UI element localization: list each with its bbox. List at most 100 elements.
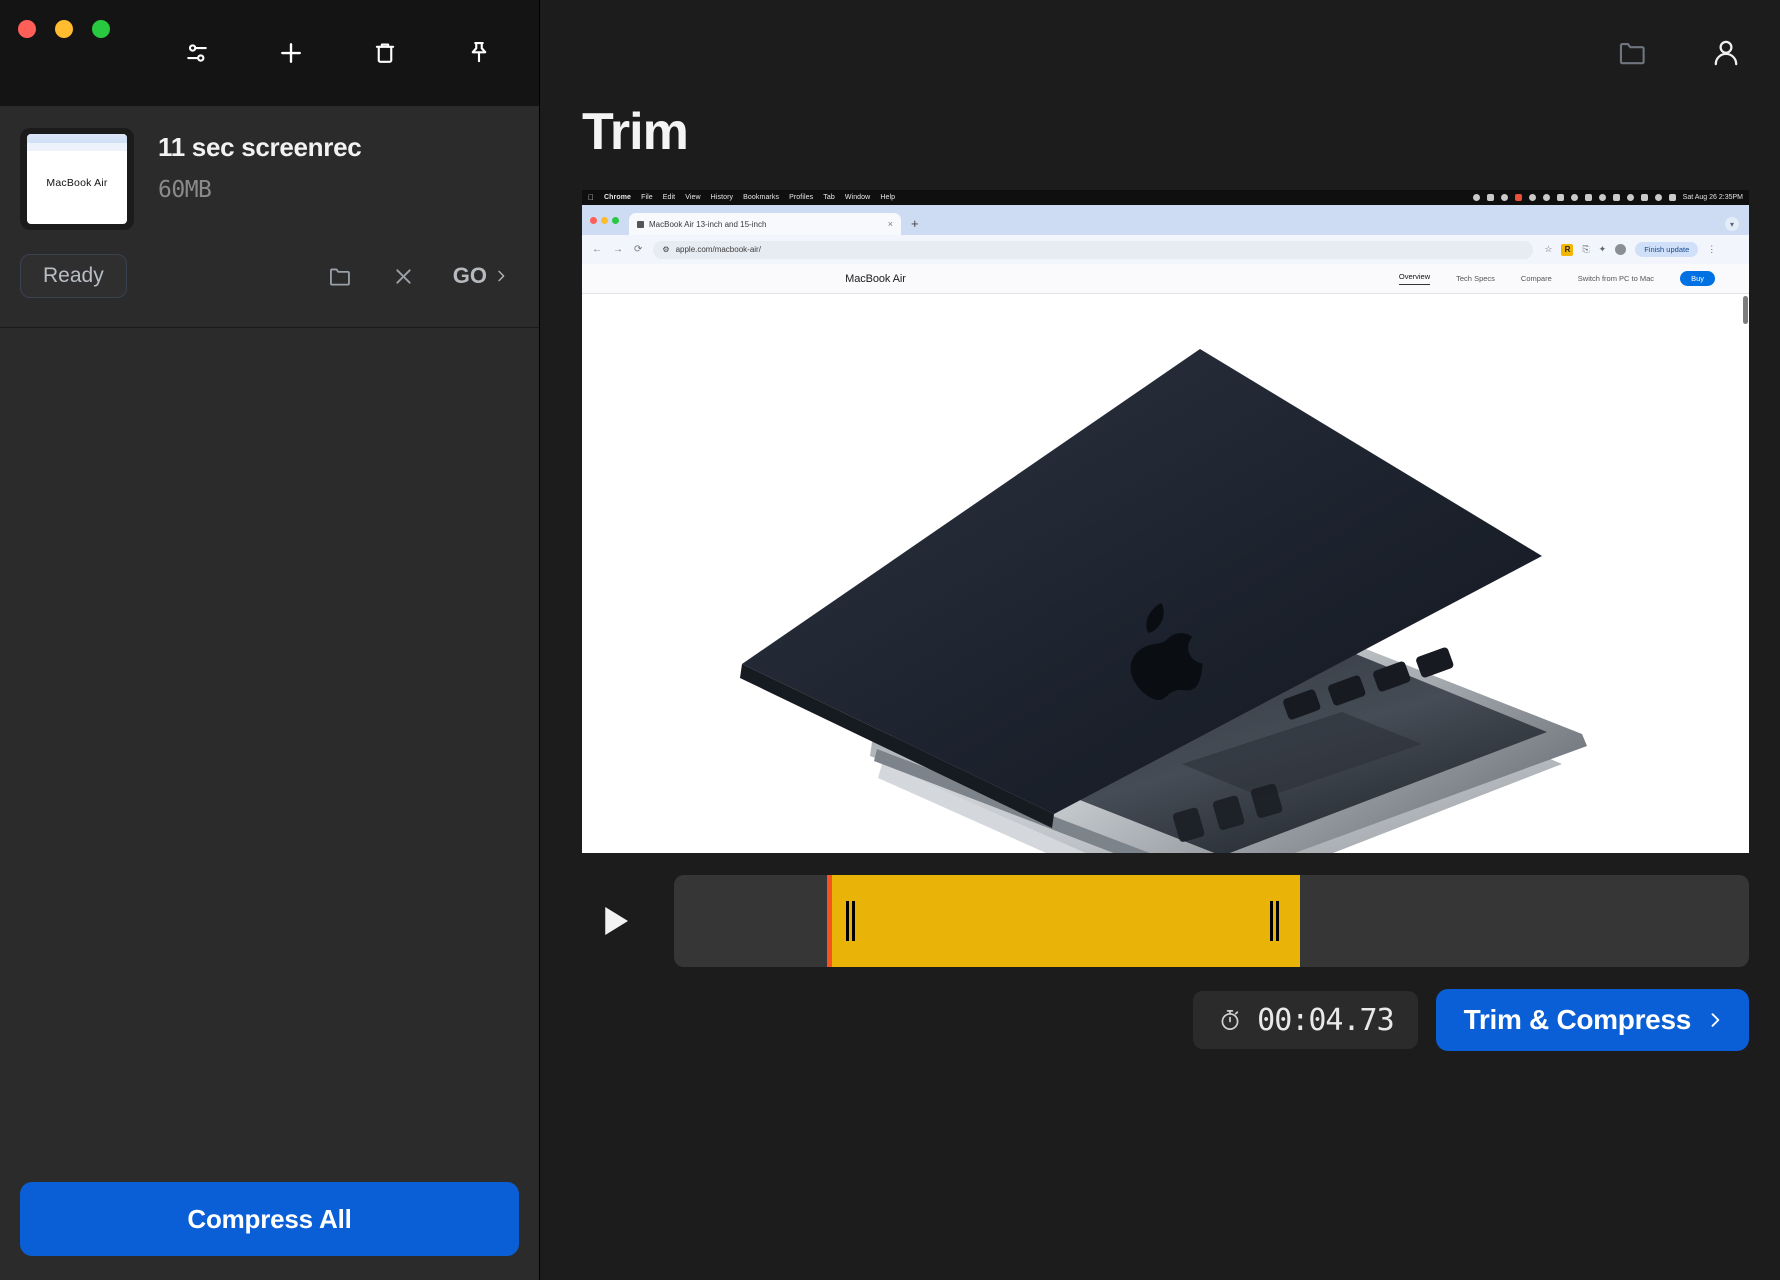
- trim-handle-start[interactable]: [845, 901, 855, 941]
- chrome-close-button[interactable]: [590, 216, 597, 224]
- trim-and-compress-label: Trim & Compress: [1463, 1004, 1692, 1035]
- duration-value: 00:04.73: [1257, 1002, 1394, 1038]
- app-window: MacBook Air 11 sec screenrec 60MB Ready: [0, 0, 1780, 1280]
- bookmark-star-icon[interactable]: ☆: [1544, 244, 1552, 255]
- sidebar-toolbar: [0, 0, 539, 106]
- file-size: 60MB: [158, 177, 212, 203]
- browser-tab[interactable]: MacBook Air 13-inch and 15-inch ×: [629, 213, 901, 235]
- back-icon[interactable]: ←: [592, 244, 602, 255]
- trim-and-compress-button[interactable]: Trim & Compress: [1435, 989, 1749, 1051]
- main-panel: Trim  Chrome File Edit View History Boo…: [540, 0, 1780, 1280]
- add-file-button[interactable]: [269, 31, 313, 75]
- close-window-button[interactable]: [18, 20, 36, 38]
- buy-button[interactable]: Buy: [1680, 271, 1715, 286]
- status-icon-11: [1626, 194, 1634, 201]
- trim-selection-range[interactable]: [829, 875, 1300, 967]
- tab-favicon-icon: [637, 220, 644, 228]
- address-bar[interactable]: ⚙ apple.com/macbook-air/: [653, 240, 1534, 259]
- compress-all-button[interactable]: Compress All: [20, 1182, 519, 1256]
- pin-button[interactable]: [457, 31, 501, 75]
- stopwatch-icon: [1221, 1010, 1239, 1030]
- menu-item-chrome: Chrome: [598, 194, 631, 201]
- chrome-zoom-button[interactable]: [612, 216, 619, 224]
- apple-nav-brand: MacBook Air: [845, 272, 906, 285]
- remove-file-button[interactable]: [390, 263, 417, 290]
- status-icon-12: [1640, 194, 1648, 201]
- file-thumbnail: MacBook Air: [20, 128, 134, 230]
- forward-icon[interactable]: →: [613, 244, 623, 255]
- chrome-minimize-button[interactable]: [601, 216, 608, 224]
- status-icon-8: [1584, 194, 1592, 201]
- menu-item-profiles: Profiles: [783, 194, 813, 201]
- delete-button[interactable]: [363, 31, 407, 75]
- address-bar-url: apple.com/macbook-air/: [675, 245, 761, 254]
- page-title: Trim: [582, 103, 689, 161]
- site-info-icon: ⚙: [662, 245, 670, 254]
- menu-bar-clock: Sat Aug 26 2:35PM: [1682, 194, 1743, 201]
- file-actions: Ready GO: [20, 252, 519, 300]
- chrome-menu-icon[interactable]: ⋮: [1707, 244, 1716, 255]
- reveal-in-folder-button[interactable]: [327, 263, 354, 290]
- file-meta: 11 sec screenrec 60MB: [158, 128, 362, 203]
- apple-nav-link-overview[interactable]: Overview: [1398, 272, 1431, 285]
- play-button[interactable]: [582, 889, 646, 953]
- share-icon[interactable]: ⎘: [1582, 244, 1589, 255]
- file-action-icons: GO: [327, 263, 519, 290]
- go-button[interactable]: GO: [453, 263, 509, 289]
- go-button-label: GO: [452, 263, 487, 288]
- status-icon-7: [1570, 194, 1578, 201]
- zoom-window-button[interactable]: [92, 20, 110, 38]
- chevron-down-icon[interactable]: ▾: [1725, 217, 1739, 231]
- web-page-body: MacBook Air Overview Tech Specs Compare …: [582, 264, 1749, 853]
- page-scrollbar-thumb[interactable]: [1743, 296, 1748, 324]
- menu-item-window: Window: [838, 194, 870, 201]
- apple-nav-link-switch[interactable]: Switch from PC to Mac: [1578, 274, 1654, 283]
- chevron-right-icon: [498, 270, 505, 282]
- status-icon-10: [1612, 194, 1620, 201]
- status-icon-2: [1486, 194, 1494, 201]
- status-badge: Ready: [20, 254, 127, 298]
- macbook-air-illustration: [740, 349, 1587, 853]
- apple-nav-link-tech-specs[interactable]: Tech Specs: [1456, 274, 1495, 283]
- window-traffic-lights: [18, 20, 110, 38]
- open-folder-button[interactable]: [1616, 36, 1650, 70]
- finish-update-button[interactable]: Finish update: [1635, 242, 1699, 257]
- new-tab-button[interactable]: +: [911, 216, 919, 235]
- duration-display: 00:04.73: [1193, 991, 1418, 1049]
- play-icon: [605, 907, 628, 935]
- status-icon-1: [1472, 194, 1480, 201]
- reload-icon[interactable]: ⟳: [634, 244, 642, 255]
- status-icon-badge: [1514, 194, 1522, 201]
- control-center-icon: [1668, 194, 1676, 201]
- folder-icon: [1619, 43, 1645, 65]
- menu-item-tab: Tab: [817, 194, 834, 201]
- timeline-track[interactable]: [674, 875, 1749, 967]
- video-preview[interactable]:  Chrome File Edit View History Bookmark…: [582, 190, 1749, 853]
- chrome-traffic-lights: [590, 205, 629, 235]
- sidebar-empty-space: [0, 328, 539, 1182]
- status-icon-3: [1500, 194, 1508, 201]
- product-hero-image: [582, 294, 1749, 853]
- profile-avatar[interactable]: [1615, 244, 1627, 255]
- status-icon-9: [1598, 194, 1606, 201]
- extension-icon[interactable]: R: [1561, 243, 1574, 256]
- extensions-puzzle-icon[interactable]: ✦: [1599, 244, 1607, 255]
- main-header: [540, 0, 1780, 106]
- settings-sliders-icon: [187, 44, 207, 62]
- settings-sliders-button[interactable]: [175, 31, 219, 75]
- trim-handle-end[interactable]: [1269, 901, 1279, 941]
- trim-actions-bar: 00:04.73 Trim & Compress: [582, 989, 1749, 1051]
- menu-item-bookmarks: Bookmarks: [737, 194, 779, 201]
- playhead-indicator[interactable]: [826, 875, 832, 967]
- macos-menu-bar:  Chrome File Edit View History Bookmark…: [582, 190, 1749, 205]
- apple-nav-link-compare[interactable]: Compare: [1521, 274, 1552, 283]
- account-button[interactable]: [1708, 35, 1744, 71]
- omnibox-actions: ☆ R ⎘ ✦ Finish update ⋮: [1544, 242, 1716, 257]
- timeline-row: [582, 875, 1749, 967]
- minimize-window-button[interactable]: [55, 20, 73, 38]
- file-title: 11 sec screenrec: [158, 132, 362, 162]
- tab-close-icon[interactable]: ×: [888, 219, 893, 229]
- file-summary: MacBook Air 11 sec screenrec 60MB: [20, 128, 519, 230]
- file-list-item[interactable]: MacBook Air 11 sec screenrec 60MB Ready: [0, 106, 539, 328]
- menu-item-history: History: [704, 194, 733, 201]
